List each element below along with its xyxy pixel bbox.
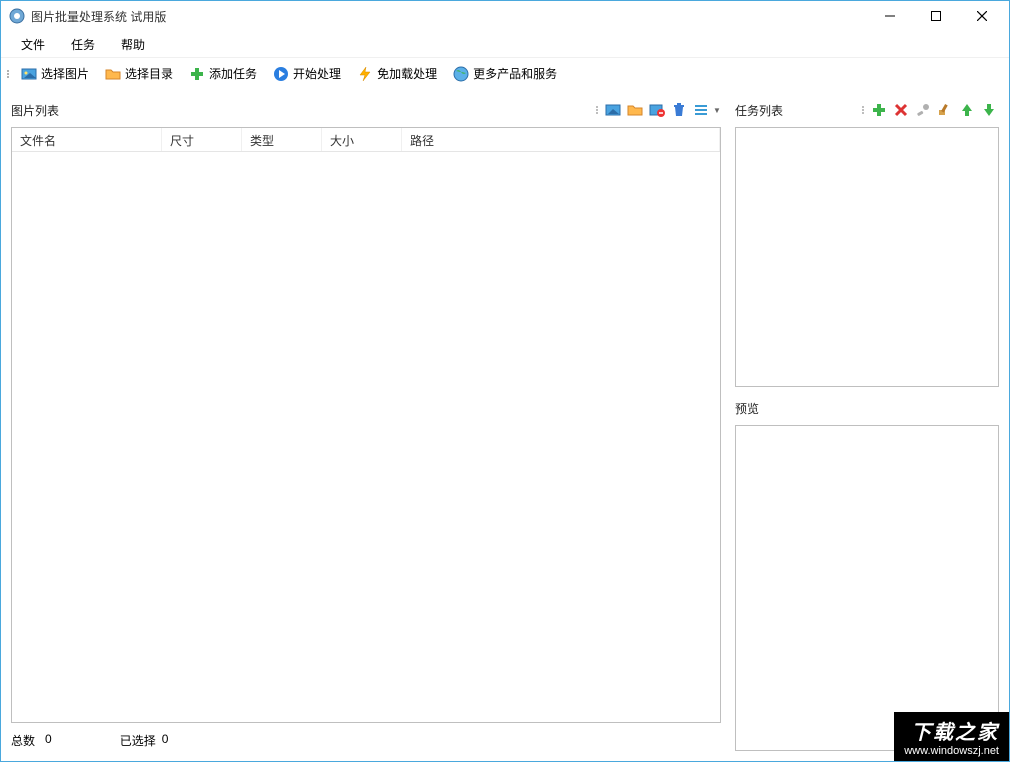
menu-help[interactable]: 帮助: [109, 32, 157, 57]
select-image-button[interactable]: 选择图片: [13, 62, 97, 85]
lightning-icon: [357, 66, 373, 82]
image-list-box[interactable]: 文件名 尺寸 类型 大小 路径: [11, 127, 721, 723]
select-image-label: 选择图片: [41, 65, 89, 82]
preview-header: 预览: [735, 397, 999, 419]
right-pane: 任务列表 预览: [735, 93, 1005, 757]
noload-process-label: 免加载处理: [377, 65, 437, 82]
maximize-button[interactable]: [913, 2, 959, 30]
image-list-toolbar: ▼: [596, 100, 721, 120]
start-process-button[interactable]: 开始处理: [265, 62, 349, 85]
more-products-button[interactable]: 更多产品和服务: [445, 62, 565, 85]
task-movedown-icon[interactable]: [979, 100, 999, 120]
task-list-toolbar: [862, 100, 999, 120]
add-task-label: 添加任务: [209, 65, 257, 82]
task-delete-icon[interactable]: [891, 100, 911, 120]
window-title: 图片批量处理系统 试用版: [31, 8, 867, 25]
status-total: 总数 0: [11, 732, 52, 749]
menu-task[interactable]: 任务: [59, 32, 107, 57]
more-products-label: 更多产品和服务: [473, 65, 557, 82]
task-list-section: 任务列表: [735, 99, 999, 387]
select-all-icon[interactable]: [691, 100, 711, 120]
close-button[interactable]: [959, 2, 1005, 30]
task-add-icon[interactable]: [869, 100, 889, 120]
menu-bar: 文件 任务 帮助: [1, 31, 1009, 57]
list-body: [12, 152, 720, 722]
image-list-pane: 图片列表 ▼ 文件名 尺寸 类型 大小 路径: [5, 93, 727, 757]
plus-icon: [189, 66, 205, 82]
app-icon: [9, 8, 25, 24]
image-icon: [21, 66, 37, 82]
trash-icon[interactable]: [669, 100, 689, 120]
title-bar: 图片批量处理系统 试用版: [1, 1, 1009, 31]
app-window: 图片批量处理系统 试用版 文件 任务 帮助 选择图片 选择目录 添加任务 开始处…: [0, 0, 1010, 762]
select-folder-button[interactable]: 选择目录: [97, 62, 181, 85]
column-size[interactable]: 大小: [322, 128, 402, 151]
watermark: 下载之家 www.windowszj.net: [894, 712, 1009, 761]
image-list-title: 图片列表: [11, 102, 59, 119]
task-grip: [862, 101, 867, 119]
select-folder-label: 选择目录: [125, 65, 173, 82]
start-process-label: 开始处理: [293, 65, 341, 82]
image-list-header: 图片列表 ▼: [11, 99, 721, 121]
watermark-line2: www.windowszj.net: [904, 745, 999, 757]
folder-icon: [105, 66, 121, 82]
content-area: 图片列表 ▼ 文件名 尺寸 类型 大小 路径: [1, 89, 1009, 761]
menu-file[interactable]: 文件: [9, 32, 57, 57]
column-dimensions[interactable]: 尺寸: [162, 128, 242, 151]
add-image-icon[interactable]: [603, 100, 623, 120]
remove-image-icon[interactable]: [647, 100, 667, 120]
toolbar-grip: [5, 63, 11, 85]
task-moveup-icon[interactable]: [957, 100, 977, 120]
mini-grip: [596, 101, 601, 119]
preview-title: 预览: [735, 400, 759, 417]
task-list-header: 任务列表: [735, 99, 999, 121]
task-clear-icon[interactable]: [935, 100, 955, 120]
select-dropdown-icon[interactable]: ▼: [713, 106, 721, 115]
column-path[interactable]: 路径: [402, 128, 720, 151]
play-icon: [273, 66, 289, 82]
task-list-title: 任务列表: [735, 102, 783, 119]
list-columns-header: 文件名 尺寸 类型 大小 路径: [12, 128, 720, 152]
preview-section: 预览: [735, 397, 999, 751]
total-label: 总数: [11, 732, 39, 749]
preview-box: [735, 425, 999, 751]
add-folder-icon[interactable]: [625, 100, 645, 120]
minimize-button[interactable]: [867, 2, 913, 30]
selected-label: 已选择: [120, 732, 156, 749]
column-filename[interactable]: 文件名: [12, 128, 162, 151]
main-toolbar: 选择图片 选择目录 添加任务 开始处理 免加载处理 更多产品和服务: [1, 57, 1009, 89]
window-controls: [867, 2, 1005, 30]
column-type[interactable]: 类型: [242, 128, 322, 151]
noload-process-button[interactable]: 免加载处理: [349, 62, 445, 85]
add-task-button[interactable]: 添加任务: [181, 62, 265, 85]
total-value: 0: [45, 732, 52, 749]
status-bar: 总数 0 已选择 0: [11, 729, 721, 751]
task-settings-icon[interactable]: [913, 100, 933, 120]
globe-icon: [453, 66, 469, 82]
task-list-box[interactable]: [735, 127, 999, 387]
selected-value: 0: [162, 732, 169, 749]
status-selected: 已选择 0: [120, 732, 169, 749]
watermark-line1: 下载之家: [904, 716, 999, 745]
